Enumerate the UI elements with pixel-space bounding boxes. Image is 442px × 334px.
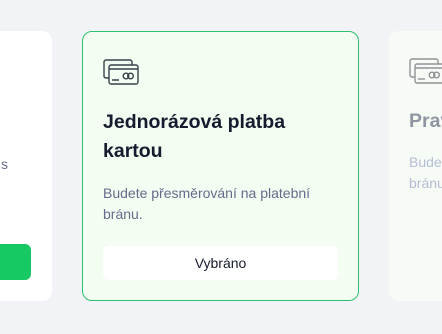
payment-option-card-one-time-card[interactable]: Jednorázová platba kartou Budete přesměr…	[82, 31, 359, 301]
card-description: Budete přesměrování na platební bránu.	[103, 185, 311, 222]
card-description: s	[1, 156, 8, 172]
card-title: Jednorázová platba kartou	[103, 111, 286, 162]
selected-button[interactable]: Vybráno	[103, 246, 338, 280]
choose-button[interactable]	[0, 244, 31, 280]
payment-option-card-previous[interactable]: s	[0, 31, 52, 301]
payment-method-carousel: s Jednorázová platba kartou Budete přesm…	[0, 0, 442, 334]
credit-card-icon	[409, 58, 442, 84]
payment-option-card-recurring[interactable]: Pravidelná platba Budete přesměrování na…	[389, 31, 442, 301]
card-title: Pravidelná platba	[409, 110, 442, 132]
card-description: Budete přesměrování na platební bránu.	[409, 154, 442, 191]
credit-card-icon	[103, 59, 139, 85]
